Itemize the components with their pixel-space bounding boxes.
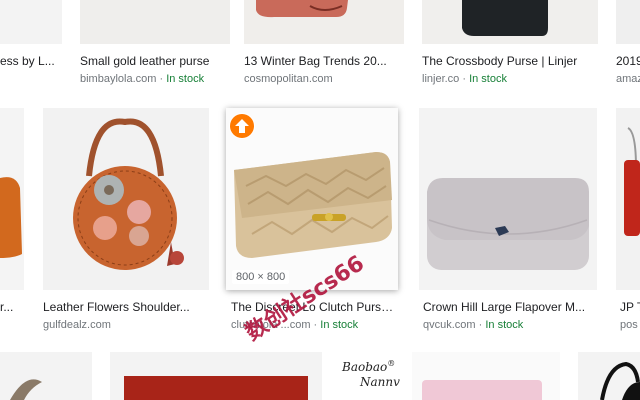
result-meta: bimbaylola.com · In stock	[80, 73, 205, 85]
result-title[interactable]: Leather Flowers Shoulder...	[43, 300, 209, 314]
result-title[interactable]: 2019	[616, 54, 640, 68]
result-card-r3-0[interactable]	[0, 352, 92, 400]
bag-image	[124, 376, 308, 400]
result-meta: amaz	[616, 73, 640, 85]
result-image[interactable]	[43, 108, 209, 290]
result-card-r1-3[interactable]: The Crossbody Purse | Linjer linjer.co ·…	[422, 0, 598, 90]
result-image[interactable]	[412, 352, 560, 400]
result-source: amaz	[616, 73, 640, 85]
result-card-r1-0[interactable]: ess by L...	[0, 0, 62, 90]
stock-status: In stock	[166, 73, 205, 85]
bag-image	[422, 0, 598, 44]
result-card-r3-1[interactable]	[110, 352, 322, 400]
result-image[interactable]	[80, 0, 230, 44]
stock-status: In stock	[320, 319, 359, 331]
result-card-r3-3[interactable]	[412, 352, 560, 400]
result-card-r1-1[interactable]: Small gold leather purse bimbaylola.com …	[80, 0, 230, 90]
result-source: qvcuk.com	[423, 319, 476, 331]
result-card-r2-3[interactable]: Crown Hill Large Flapover M... qvcuk.com…	[419, 108, 597, 338]
purse-image	[80, 0, 230, 44]
bag-image	[624, 127, 640, 236]
result-meta: pos	[620, 319, 640, 331]
purse-image	[419, 108, 597, 290]
result-source: gulfdealz.com	[43, 319, 111, 331]
result-source: bimbaylola.com	[80, 73, 157, 85]
arrow-up-icon	[230, 114, 254, 138]
result-image[interactable]	[0, 108, 24, 290]
bag-image	[600, 361, 640, 400]
result-title[interactable]: Crown Hill Large Flapover M...	[423, 300, 597, 314]
result-image[interactable]: Baobao® Nannv	[340, 352, 412, 400]
result-image[interactable]: 800 × 800	[226, 108, 398, 290]
result-title[interactable]: JP T	[620, 300, 640, 314]
bag-image	[244, 0, 404, 44]
result-card-r2-0[interactable]: r...	[0, 108, 24, 338]
result-image[interactable]	[0, 352, 92, 400]
result-card-r2-4[interactable]: JP T pos	[616, 108, 640, 338]
result-title[interactable]: Small gold leather purse	[80, 54, 230, 68]
result-card-r1-4[interactable]: 2019 amaz	[616, 0, 640, 90]
result-image[interactable]	[616, 0, 640, 44]
bag-image	[10, 379, 42, 400]
stock-status: In stock	[469, 73, 507, 85]
bag-image	[0, 177, 22, 258]
stock-status: In stock	[485, 319, 524, 331]
selected-badge	[229, 113, 255, 139]
result-title[interactable]: 13 Winter Bag Trends 20...	[244, 54, 404, 68]
result-title[interactable]: r...	[0, 300, 24, 314]
result-image[interactable]	[244, 0, 404, 44]
result-card-r1-2[interactable]: 13 Winter Bag Trends 20... cosmopolitan.…	[244, 0, 404, 90]
result-card-r3-2[interactable]: Baobao® Nannv	[340, 352, 412, 400]
result-source: linjer.co	[422, 73, 460, 85]
image-dimensions: 800 × 800	[232, 270, 290, 284]
result-meta: qvcuk.com · In stock	[423, 319, 524, 331]
result-meta: linjer.co · In stock	[422, 73, 507, 85]
result-image[interactable]	[616, 108, 640, 290]
result-source: cosmopolitan.com	[244, 73, 333, 85]
result-image[interactable]	[578, 352, 640, 400]
wallet-image	[422, 380, 542, 400]
result-meta: gulfdealz.com	[43, 319, 209, 331]
result-title[interactable]: ess by L...	[0, 54, 62, 68]
result-source: pos	[620, 319, 638, 331]
result-card-r2-1[interactable]: Leather Flowers Shoulder... gulfdealz.co…	[43, 108, 209, 338]
baobao-logo: Baobao® Nannv	[342, 359, 400, 389]
result-meta: cosmopolitan.com	[244, 73, 404, 85]
flower-bag-image	[43, 108, 209, 290]
result-image[interactable]	[0, 0, 62, 44]
result-image[interactable]	[422, 0, 598, 44]
result-title[interactable]: The Crossbody Purse | Linjer	[422, 54, 598, 68]
result-image[interactable]	[419, 108, 597, 290]
result-image[interactable]	[110, 352, 322, 400]
result-card-r3-4[interactable]	[578, 352, 640, 400]
